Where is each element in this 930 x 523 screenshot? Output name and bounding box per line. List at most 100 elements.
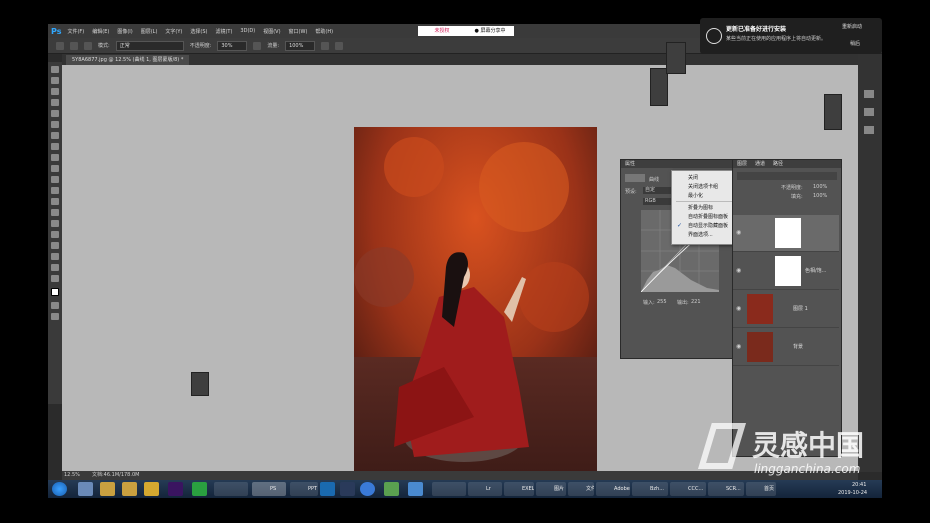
layer-row-curves[interactable]: ◉ [733, 215, 839, 252]
screen-sharing-button[interactable]: ● 屏幕分享中 [466, 26, 514, 36]
clone-stamp-tool-icon[interactable] [51, 154, 59, 161]
taskbar-app-item[interactable] [432, 482, 466, 496]
pressure-size-icon[interactable] [335, 41, 344, 50]
crop-tool-icon[interactable] [51, 110, 59, 117]
healing-tool-icon[interactable] [51, 132, 59, 139]
brush-tool-icon[interactable] [51, 143, 59, 150]
mode-select[interactable]: 正常 [115, 40, 184, 51]
taskbar-lr-icon[interactable] [340, 482, 355, 496]
shape-tool-icon[interactable] [51, 253, 59, 260]
opacity-field[interactable]: 30% [217, 40, 248, 51]
output-value[interactable]: 221 [691, 299, 701, 305]
update-notification[interactable]: 更新已准备好进行安装 某些当前正在使用的应用程序上将自动更新。 重新启动 稍后 [700, 18, 882, 54]
layer-filter-bar[interactable] [737, 172, 837, 180]
screen-mode-icon[interactable] [51, 313, 59, 320]
document-tab[interactable]: 5Y8A6877.jpg @ 12.5% (曲线 1, 图层蒙版/8) * [66, 55, 190, 65]
pressure-opacity-icon[interactable] [253, 41, 262, 50]
properties-footer-icons[interactable] [661, 346, 721, 352]
taskbar-photoshop-item[interactable]: PS [252, 482, 286, 496]
taskbar-app-icon[interactable] [360, 482, 375, 496]
document-photo[interactable] [354, 127, 597, 492]
menu-auto-show-hidden[interactable]: 自动显示隐藏面板 [688, 222, 728, 229]
visibility-eye-icon[interactable]: ◉ [736, 267, 741, 274]
taskbar-app-icon[interactable] [122, 482, 137, 496]
curves-tools[interactable] [625, 218, 633, 258]
taskbar-adobe-item[interactable]: Adobe [596, 482, 630, 496]
lasso-tool-icon[interactable] [51, 88, 59, 95]
menu-item-filter[interactable]: 滤镜(T) [215, 28, 232, 35]
menu-item-layer[interactable]: 图层(L) [141, 28, 158, 35]
layer-opacity-value[interactable]: 100% [813, 184, 827, 190]
brush-preset-icon[interactable] [70, 41, 78, 50]
brush-icon[interactable] [56, 41, 64, 50]
dock-icon[interactable] [864, 126, 874, 134]
input-value[interactable]: 255 [657, 299, 667, 305]
menu-item-file[interactable]: 文件(F) [67, 28, 84, 35]
menu-collapse-to-icons[interactable]: 折叠为图标 [688, 204, 713, 211]
menu-item-help[interactable]: 帮助(H) [315, 28, 333, 35]
taskbar-app-icon[interactable] [384, 482, 399, 496]
menu-item-image[interactable]: 图像(I) [117, 28, 132, 35]
hand-tool-icon[interactable] [51, 264, 59, 271]
menu-close-tab-group[interactable]: 关闭选项卡组 [688, 183, 718, 190]
menu-item-edit[interactable]: 编辑(E) [92, 28, 109, 35]
floating-mini-panel-bottom[interactable] [191, 372, 209, 396]
tab-layers[interactable]: 图层 [737, 160, 747, 168]
flow-field[interactable]: 100% [285, 40, 316, 51]
menu-close[interactable]: 关闭 [688, 174, 698, 181]
menu-interface-options[interactable]: 界面选项... [688, 231, 713, 238]
menu-item-view[interactable]: 视图(V) [263, 28, 280, 35]
dock-icon[interactable] [864, 108, 874, 116]
taskbar-lr-item[interactable]: Lr [468, 482, 502, 496]
gradient-tool-icon[interactable] [51, 187, 59, 194]
visibility-eye-icon[interactable]: ◉ [736, 229, 741, 236]
taskbar-app-icon[interactable] [320, 482, 335, 496]
tab-channels[interactable]: 通道 [755, 160, 765, 168]
taskbar-app-icon[interactable] [78, 482, 93, 496]
history-brush-tool-icon[interactable] [51, 165, 59, 172]
visibility-eye-icon[interactable]: ◉ [736, 343, 741, 350]
taskbar-app-icon[interactable] [408, 482, 423, 496]
blur-tool-icon[interactable] [51, 198, 59, 205]
marquee-tool-icon[interactable] [51, 77, 59, 84]
wechat-icon[interactable] [192, 482, 207, 496]
taskbar-images-item[interactable]: 图片 [536, 482, 566, 496]
path-select-tool-icon[interactable] [51, 242, 59, 249]
quick-mask-icon[interactable] [51, 302, 59, 309]
menu-item-3d[interactable]: 3D(D) [240, 28, 255, 34]
start-button-icon[interactable] [52, 482, 67, 496]
taskbar-app-icon[interactable] [144, 482, 159, 496]
zoom-readout[interactable]: 12.5% [64, 471, 80, 480]
menu-item-window[interactable]: 窗口(W) [289, 28, 308, 35]
move-tool-icon[interactable] [51, 66, 59, 73]
layer-row-background[interactable]: ◉ 背景 [733, 329, 839, 366]
taskbar-ppt-item[interactable]: PPT [290, 482, 318, 496]
dock-icon[interactable] [864, 90, 874, 98]
menu-item-type[interactable]: 文字(Y) [165, 28, 182, 35]
eyedropper-tool-icon[interactable] [51, 121, 59, 128]
brush-panel-icon[interactable] [84, 41, 92, 50]
layer-row-hue[interactable]: ◉ 色相/饱... [733, 253, 839, 290]
taskbar-files-item[interactable]: 文件 [568, 482, 594, 496]
unauthorized-button[interactable]: 未授权 [418, 26, 466, 36]
type-tool-icon[interactable] [51, 231, 59, 238]
menu-auto-collapse[interactable]: 自动折叠图标面板 [688, 213, 728, 220]
taskbar-app-item[interactable] [214, 482, 248, 496]
dodge-tool-icon[interactable] [51, 209, 59, 216]
channel-select[interactable]: RGB [643, 198, 673, 205]
layer-row-layer1[interactable]: ◉ 图层 1 [733, 291, 839, 328]
floating-mini-panel-right[interactable] [824, 94, 842, 130]
foreground-color-swatch[interactable] [51, 288, 59, 296]
layer-fill-value[interactable]: 100% [813, 193, 827, 199]
premiere-icon[interactable] [168, 482, 183, 496]
tab-paths[interactable]: 路径 [773, 160, 783, 168]
taskbar-app-icon[interactable] [100, 482, 115, 496]
menu-item-select[interactable]: 选择(S) [190, 28, 207, 35]
eraser-tool-icon[interactable] [51, 176, 59, 183]
quick-select-tool-icon[interactable] [51, 99, 59, 106]
restart-button[interactable]: 重新启动 [842, 23, 862, 30]
later-button[interactable]: 稍后 [850, 40, 860, 47]
airbrush-icon[interactable] [321, 41, 330, 50]
menu-minimize[interactable]: 最小化 [688, 192, 703, 199]
taskbar-bzh-item[interactable]: Bzh... [632, 482, 668, 496]
